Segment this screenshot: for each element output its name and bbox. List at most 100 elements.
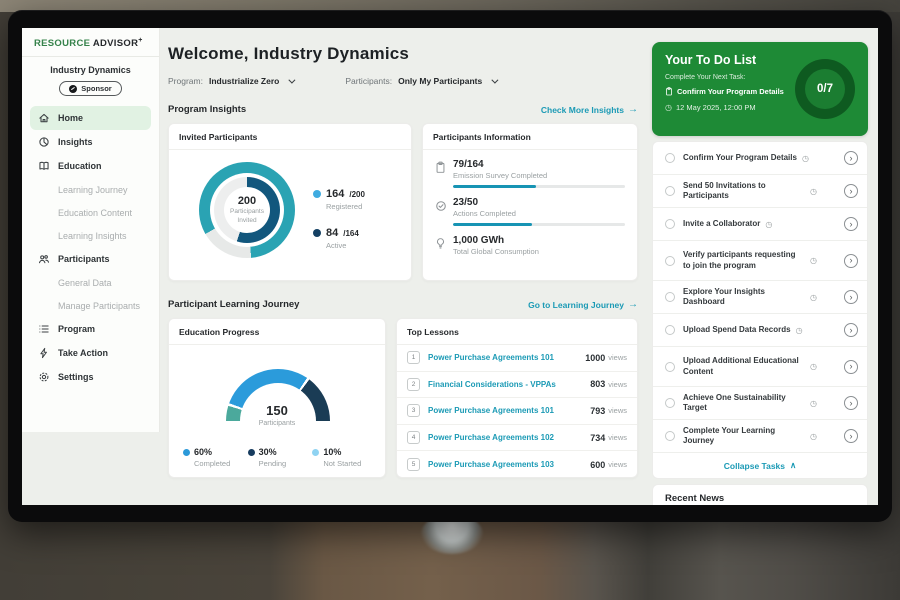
recent-news-card: Recent News xyxy=(652,484,868,505)
todo-progress-count: 0/7 xyxy=(795,59,855,119)
recent-news-title: Recent News xyxy=(665,493,855,504)
todo-open-button[interactable]: › xyxy=(844,290,858,304)
sidebar-item-education-content[interactable]: Education Content xyxy=(30,201,151,224)
todo-due: ◷ 12 May 2025, 12:00 PM xyxy=(665,103,756,112)
stat-value: 1,000 GWh xyxy=(453,235,539,246)
chevron-down-icon[interactable] xyxy=(289,76,296,83)
lesson-views: 803 xyxy=(590,379,605,389)
lesson-views: 600 xyxy=(590,460,605,470)
todo-open-button[interactable]: › xyxy=(844,254,858,268)
main-content: Welcome, Industry Dynamics Program: Indu… xyxy=(168,28,638,478)
legend-item-registered: 164/200 Registered xyxy=(313,188,365,211)
sidebar-item-take-action[interactable]: Take Action xyxy=(30,341,151,365)
todo-checkbox[interactable] xyxy=(665,325,675,335)
legend-label: Registered xyxy=(326,202,365,211)
education-progress-card: Education Progress 150 Participants 60% … xyxy=(168,318,386,478)
sidebar-item-learning-insights[interactable]: Learning Insights xyxy=(30,224,151,247)
todo-item: Upload Additional Educational Content ◷ … xyxy=(653,347,867,387)
lesson-title-link[interactable]: Power Purchase Agreements 101 xyxy=(428,406,590,415)
sidebar-item-settings[interactable]: Settings xyxy=(30,365,151,389)
sidebar-item-education[interactable]: Education xyxy=(30,154,151,178)
lesson-views-unit: views xyxy=(608,353,627,362)
sidebar-item-label: Program xyxy=(58,324,95,334)
stat-row-actions: 23/50 Actions Completed xyxy=(423,188,637,218)
todo-checkbox[interactable] xyxy=(665,292,675,302)
todo-checkbox[interactable] xyxy=(665,398,675,408)
lesson-views-unit: views xyxy=(608,380,627,389)
sidebar-item-insights[interactable]: Insights xyxy=(30,130,151,154)
donut-legend: 164/200 Registered 84/164 Active xyxy=(313,188,365,266)
app-logo: RESOURCE ADVISOR+ xyxy=(22,28,159,56)
sidebar-item-general-data[interactable]: General Data xyxy=(30,271,151,294)
chevron-down-icon[interactable] xyxy=(492,76,499,83)
logo-plus: + xyxy=(138,37,142,44)
clock-icon: ◷ xyxy=(810,187,817,196)
clipboard-icon xyxy=(665,87,673,96)
todo-item-label: Explore Your Insights Dashboard xyxy=(683,287,805,308)
legend-dot xyxy=(313,229,321,237)
sidebar-item-manage-participants[interactable]: Manage Participants xyxy=(30,294,151,317)
todo-open-button[interactable]: › xyxy=(844,360,858,374)
sidebar-item-label: General Data xyxy=(58,278,112,288)
todo-checkbox[interactable] xyxy=(665,153,675,163)
sidebar-item-label: Manage Participants xyxy=(58,301,140,311)
todo-open-button[interactable]: › xyxy=(844,323,858,337)
todo-item-label: Verify participants requesting to join t… xyxy=(683,250,805,271)
todo-checkbox[interactable] xyxy=(665,256,675,266)
participants-filter-label: Participants: xyxy=(345,76,392,86)
check-more-insights-link[interactable]: Check More Insights → xyxy=(541,104,638,115)
legend-label: Completed xyxy=(194,459,248,468)
donut-center-label: Participants Invited xyxy=(224,208,270,224)
sidebar-item-label: Education Content xyxy=(58,208,132,218)
stat-value: 23/50 xyxy=(453,197,516,208)
todo-checkbox[interactable] xyxy=(665,362,675,372)
lesson-title-link[interactable]: Financial Considerations - VPPAs xyxy=(428,380,590,389)
sponsor-icon xyxy=(69,85,77,93)
go-to-learning-journey-link[interactable]: Go to Learning Journey → xyxy=(528,299,638,310)
participants-filter-value[interactable]: Only My Participants xyxy=(398,76,482,86)
todo-open-button[interactable]: › xyxy=(844,217,858,231)
todo-open-button[interactable]: › xyxy=(844,396,858,410)
todo-due-label: 12 May 2025, 12:00 PM xyxy=(676,103,756,112)
sidebar-item-label: Home xyxy=(58,113,83,123)
todo-open-button[interactable]: › xyxy=(844,429,858,443)
todo-open-button[interactable]: › xyxy=(844,151,858,165)
lesson-title-link[interactable]: Power Purchase Agreements 103 xyxy=(428,460,590,469)
monitor-bezel: RESOURCE ADVISOR+ Industry Dynamics Spon… xyxy=(8,10,892,522)
stat-row-emission-survey: 79/164 Emission Survey Completed xyxy=(423,150,637,180)
todo-checkbox[interactable] xyxy=(665,431,675,441)
sponsor-badge-label: Sponsor xyxy=(81,84,111,93)
section-title-program-insights: Program Insights xyxy=(168,104,246,115)
screen: RESOURCE ADVISOR+ Industry Dynamics Spon… xyxy=(22,28,878,505)
gear-icon xyxy=(38,371,50,383)
lesson-title-link[interactable]: Power Purchase Agreements 101 xyxy=(428,353,585,362)
todo-open-button[interactable]: › xyxy=(844,184,858,198)
sidebar-item-program[interactable]: Program xyxy=(30,317,151,341)
collapse-tasks-link[interactable]: Collapse Tasks ∧ xyxy=(653,453,867,478)
sidebar-item-learning-journey[interactable]: Learning Journey xyxy=(30,178,151,201)
todo-item-label: Upload Additional Educational Content xyxy=(683,356,805,377)
program-filter-value[interactable]: Industrialize Zero xyxy=(209,76,279,86)
sidebar-item-home[interactable]: Home xyxy=(30,106,151,130)
lesson-rank: 3 xyxy=(407,404,420,417)
card-title: Participants Information xyxy=(423,124,637,150)
arrow-right-icon: → xyxy=(628,104,638,115)
todo-checkbox[interactable] xyxy=(665,219,675,229)
todo-item: Invite a Collaborator ◷ › xyxy=(653,208,867,241)
todo-checkbox[interactable] xyxy=(665,186,675,196)
todo-next-task-label: Confirm Your Program Details xyxy=(677,87,784,96)
legend-item-active: 84/164 Active xyxy=(313,227,365,250)
legend-value: 164 xyxy=(326,188,344,200)
invited-participants-card: Invited Participants 200 Participants In… xyxy=(168,123,412,281)
lesson-rank: 1 xyxy=(407,351,420,364)
legend-total: /164 xyxy=(343,229,359,238)
todo-item: Upload Spend Data Records ◷ › xyxy=(653,314,867,347)
lesson-title-link[interactable]: Power Purchase Agreements 102 xyxy=(428,433,590,442)
todo-next-task[interactable]: Confirm Your Program Details xyxy=(665,87,784,96)
todo-item: Achieve One Sustainability Target ◷ › xyxy=(653,387,867,420)
sidebar-menu: Home Insights Education Learning Journey… xyxy=(22,106,159,389)
clock-icon: ◷ xyxy=(802,154,809,163)
divider xyxy=(22,56,159,57)
lesson-views-unit: views xyxy=(608,460,627,469)
sidebar-item-participants[interactable]: Participants xyxy=(30,247,151,271)
